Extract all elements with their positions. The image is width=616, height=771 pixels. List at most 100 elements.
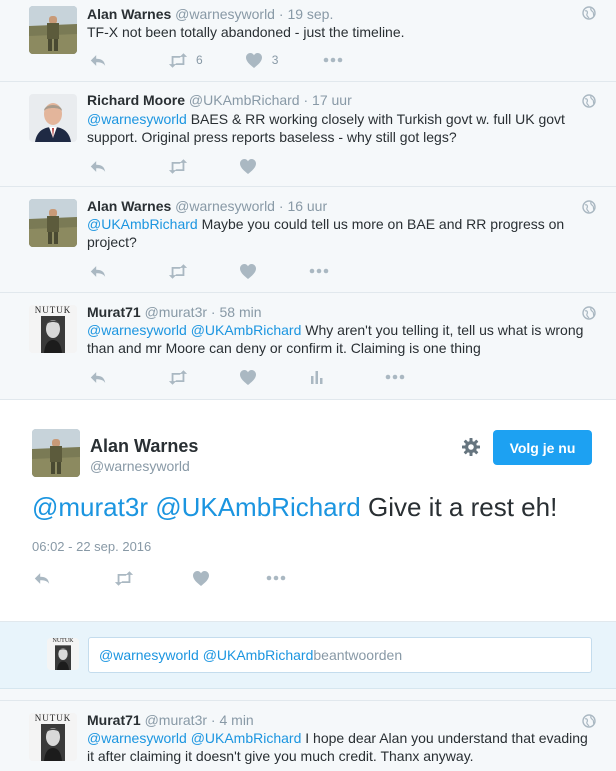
tweet[interactable]: NUTUK Murat71 @murat3r · 58 min @warnesy… [0, 293, 616, 400]
separator: · [278, 6, 284, 22]
avatar: NUTUK [47, 638, 79, 670]
tweet[interactable]: Alan Warnes @warnesyworld · 16 uur @UKAm… [0, 187, 616, 293]
tweet-header: Richard Moore @UKAmbRichard · 17 uur [87, 92, 352, 108]
retweet-icon[interactable] [168, 367, 188, 387]
tweet-text-body: support. Original press reports baseless… [87, 129, 457, 145]
user-name[interactable]: Alan Warnes [87, 6, 171, 22]
tweet-text: TF-X not been totally abandoned - just t… [87, 23, 576, 41]
heart-icon[interactable] [240, 156, 256, 176]
tweet-text-body: Maybe you could tell us more on BAE and … [197, 216, 565, 232]
tweet-actions [87, 261, 329, 281]
mention-link[interactable]: @warnesyworld @UKAmbRichard [87, 730, 301, 746]
mention-link[interactable]: @warnesyworld [87, 111, 187, 127]
main-tweet: Alan Warnes @warnesyworld Volg je nu @mu… [0, 400, 616, 622]
tweet-header: Murat71 @murat3r · 4 min [87, 712, 254, 728]
user-handle[interactable]: @murat3r [145, 712, 207, 728]
avatar-image [29, 94, 77, 142]
tweet-text: @murat3r @UKAmbRichard Give it a rest eh… [32, 491, 557, 523]
user-handle[interactable]: @warnesyworld [175, 6, 275, 22]
timestamp[interactable]: 16 uur [287, 198, 327, 214]
avatar-image [29, 6, 77, 54]
stats-icon[interactable] [310, 367, 324, 387]
tweet[interactable]: NUTUK Murat71 @murat3r · 4 min @warnesyw… [0, 700, 616, 771]
heart-icon[interactable] [240, 261, 256, 281]
tweet-text-body: than and mr Moore can deny or confirm it… [87, 340, 481, 356]
separator: · [210, 304, 216, 320]
like-button[interactable]: 3 [246, 50, 278, 70]
timestamp[interactable]: 4 min [219, 712, 253, 728]
timestamp[interactable]: 17 uur [312, 92, 352, 108]
user-handle[interactable]: @warnesyworld [90, 458, 190, 474]
more-icon[interactable] [323, 50, 343, 70]
mention-link[interactable]: @murat3r @UKAmbRichard [32, 492, 361, 522]
more-icon[interactable] [385, 367, 405, 387]
tweet-actions [87, 367, 405, 387]
tweet-text-body: Give it a rest eh! [360, 492, 558, 522]
mention-link[interactable]: @warnesyworld @UKAmbRichard [87, 322, 301, 338]
follow-button[interactable]: Volg je nu [493, 430, 592, 465]
tweet-timestamp[interactable]: 06:02 - 22 sep. 2016 [32, 539, 151, 554]
heart-icon[interactable] [193, 568, 209, 588]
reply-area: NUTUK @warnesyworld @UKAmbRichard beantw… [0, 622, 616, 689]
retweet-icon[interactable] [114, 568, 134, 588]
retweet-icon[interactable] [168, 156, 188, 176]
tweet-text-body: TF-X not been totally abandoned - just t… [87, 24, 405, 40]
user-name[interactable]: Murat71 [87, 712, 141, 728]
heart-icon [246, 53, 262, 68]
reply-mentions: @warnesyworld @UKAmbRichard [99, 647, 314, 663]
globe-icon [582, 306, 596, 320]
retweet-icon [168, 53, 188, 68]
user-handle[interactable]: @murat3r [145, 304, 207, 320]
more-icon[interactable] [309, 261, 329, 281]
reply-input[interactable]: @warnesyworld @UKAmbRichard beantwoorden [88, 637, 592, 673]
separator: · [303, 92, 309, 108]
retweet-button[interactable]: 6 [168, 50, 203, 70]
avatar[interactable] [29, 199, 77, 247]
tweet-text: @warnesyworld @UKAmbRichard Why aren't y… [87, 321, 596, 357]
avatar[interactable] [29, 94, 77, 142]
tweet[interactable]: Richard Moore @UKAmbRichard · 17 uur @wa… [0, 82, 616, 187]
avatar[interactable] [32, 429, 80, 477]
retweet-count: 6 [196, 53, 203, 67]
tweet-text: @warnesyworld BAES & RR working closely … [87, 110, 576, 146]
timestamp[interactable]: 19 sep. [287, 6, 333, 22]
tweet-text-body: BAES & RR working closely with Turkish g… [186, 111, 565, 127]
avatar-caption: NUTUK [52, 638, 74, 644]
tweet-header: Alan Warnes @warnesyworld · 19 sep. [87, 6, 333, 22]
mention-link[interactable]: @UKAmbRichard [87, 216, 198, 232]
tweet[interactable]: Alan Warnes @warnesyworld · 19 sep. TF-X… [0, 0, 616, 82]
separator: · [210, 712, 216, 728]
tweet-text-body: Why aren't you telling it, tell us what … [301, 322, 584, 338]
reply-icon[interactable] [89, 367, 107, 387]
tweet-header: Murat71 @murat3r · 58 min [87, 304, 262, 320]
avatar-caption: NUTUK [34, 713, 72, 723]
avatar-image [29, 199, 77, 247]
tweet-text: @UKAmbRichard Maybe you could tell us mo… [87, 215, 576, 251]
avatar-image [32, 429, 80, 477]
reply-icon[interactable] [33, 568, 51, 588]
reply-icon[interactable] [89, 261, 107, 281]
gear-icon[interactable] [461, 437, 481, 457]
user-name[interactable]: Richard Moore [87, 92, 185, 108]
globe-icon [582, 6, 596, 20]
separator: · [278, 198, 284, 214]
user-name[interactable]: Murat71 [87, 304, 141, 320]
reply-icon[interactable] [89, 156, 107, 176]
tweet-text-body: project? [87, 234, 137, 250]
user-handle[interactable]: @warnesyworld [175, 198, 275, 214]
more-icon[interactable] [266, 568, 286, 588]
heart-icon[interactable] [240, 367, 256, 387]
avatar-caption: NUTUK [34, 305, 72, 315]
user-handle[interactable]: @UKAmbRichard [189, 92, 300, 108]
timestamp[interactable]: 58 min [219, 304, 261, 320]
tweet-header: Alan Warnes @warnesyworld · 16 uur [87, 198, 327, 214]
avatar[interactable]: NUTUK [29, 305, 77, 353]
reply-placeholder: beantwoorden [313, 647, 403, 663]
user-name[interactable]: Alan Warnes [90, 436, 198, 457]
avatar[interactable]: NUTUK [29, 713, 77, 761]
avatar[interactable] [29, 6, 77, 54]
tweet-text-body: it after claiming it doesn't give you mu… [87, 748, 474, 764]
reply-icon[interactable] [89, 50, 107, 70]
user-name[interactable]: Alan Warnes [87, 198, 171, 214]
retweet-icon[interactable] [168, 261, 188, 281]
